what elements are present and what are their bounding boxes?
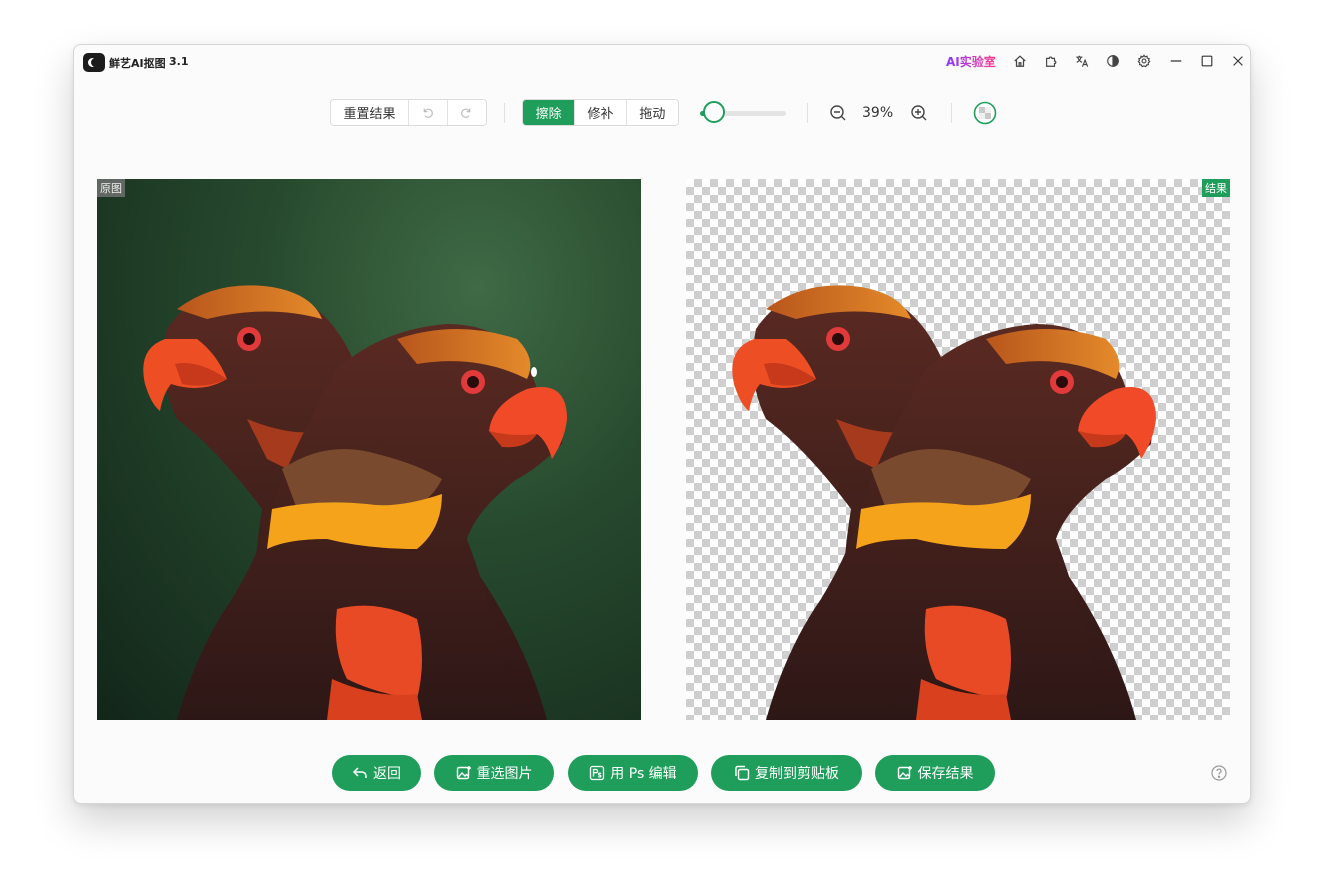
zoom-in-icon [911, 105, 927, 121]
app-logo-icon [83, 53, 105, 72]
copy-to-clipboard-label: 复制到剪贴板 [755, 766, 839, 782]
result-tag: 结果 [1202, 179, 1230, 197]
toolbar-divider [951, 103, 952, 123]
zoom-out-button[interactable] [828, 103, 848, 123]
back-icon [352, 767, 367, 778]
ps-icon [590, 765, 605, 781]
reset-result-button[interactable]: 重置结果 [331, 100, 409, 125]
save-result-label: 保存结果 [917, 766, 974, 782]
transparent-background-toggle-icon[interactable] [973, 101, 997, 125]
copy-to-clipboard-button[interactable]: 复制到剪贴板 [711, 755, 862, 791]
app-name: 鲜艺AI抠图 [109, 57, 166, 70]
image-save-icon [897, 766, 912, 780]
mode-erase-button[interactable]: 擦除 [523, 100, 576, 125]
title-bar: 鲜艺AI抠图 3.1 AI实验室 [74, 45, 1250, 79]
undo-icon [423, 108, 434, 118]
ai-lab-link[interactable]: AI实验室 [946, 53, 996, 70]
zoom-out-icon [830, 105, 846, 121]
puzzle-icon[interactable] [1041, 51, 1061, 71]
image-add-icon [456, 766, 471, 780]
translate-icon[interactable] [1072, 51, 1092, 71]
result-image-panel[interactable]: 结果 [686, 179, 1230, 720]
toolbar-divider [807, 103, 808, 123]
mode-repair-button[interactable]: 修补 [575, 100, 627, 125]
mode-drag-button[interactable]: 拖动 [627, 100, 678, 125]
edit-in-ps-label: 用 Ps 编辑 [610, 766, 677, 782]
reselect-image-button[interactable]: 重选图片 [434, 755, 554, 791]
redo-button[interactable] [448, 100, 486, 125]
history-group: 重置结果 [330, 99, 487, 126]
original-tag: 原图 [97, 179, 125, 197]
editor-toolbar: 重置结果 擦除 修补 拖动 39% [74, 99, 1250, 127]
close-icon[interactable] [1228, 51, 1248, 71]
app-window: 鲜艺AI抠图 3.1 AI实验室 重置结果 擦除 修补 拖动 39% 原图 结果… [73, 44, 1251, 804]
brush-size-handle[interactable] [702, 101, 725, 123]
original-image-panel[interactable]: 原图 [97, 179, 641, 720]
help-icon[interactable] [1211, 765, 1227, 781]
maximize-icon[interactable] [1197, 51, 1217, 71]
minimize-icon[interactable] [1166, 51, 1186, 71]
app-version: 3.1 [169, 55, 189, 68]
mode-group: 擦除 修补 拖动 [522, 99, 679, 126]
redo-icon [461, 108, 471, 118]
save-result-button[interactable]: 保存结果 [875, 755, 995, 791]
toolbar-divider [504, 103, 505, 123]
back-button[interactable]: 返回 [332, 755, 421, 791]
zoom-value: 39% [862, 105, 894, 121]
result-parrots-image [732, 285, 1156, 720]
gear-icon[interactable] [1134, 51, 1154, 71]
undo-button[interactable] [409, 100, 448, 125]
reselect-image-label: 重选图片 [476, 766, 533, 782]
zoom-in-button[interactable] [909, 103, 929, 123]
copy-icon [735, 765, 750, 781]
original-parrots-image [143, 285, 567, 720]
home-icon[interactable] [1010, 51, 1030, 71]
back-label: 返回 [373, 766, 401, 782]
contrast-icon[interactable] [1103, 51, 1123, 71]
edit-in-ps-button[interactable]: 用 Ps 编辑 [568, 755, 698, 791]
